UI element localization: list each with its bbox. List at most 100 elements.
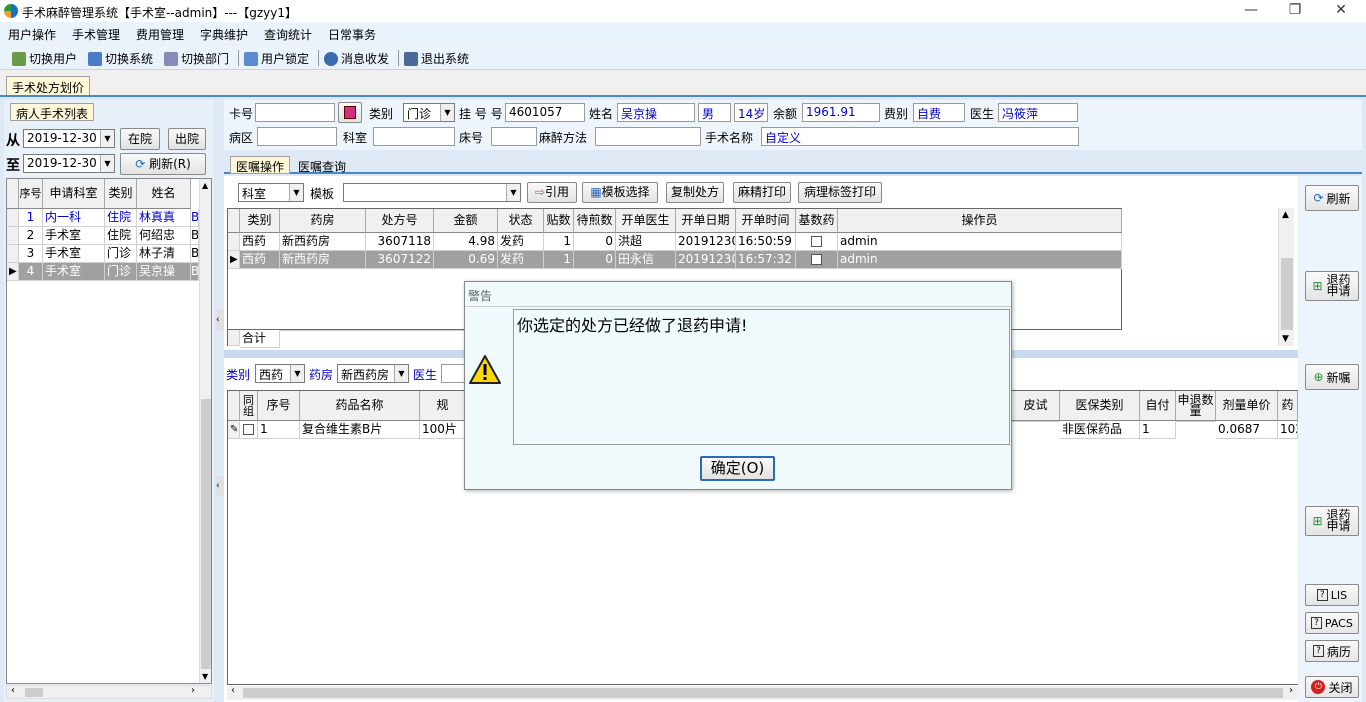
name-label: 姓名 (589, 107, 614, 121)
narcotic-print-button[interactable]: 麻精打印 (733, 182, 791, 203)
detail-hscroll[interactable]: ‹ › (227, 685, 1299, 700)
pacs-button[interactable]: ? PACS (1305, 612, 1359, 634)
template-select[interactable]: ▼ (343, 183, 521, 202)
tab-patient-list[interactable]: 病人手术列表 (10, 103, 95, 121)
patient-list-scrollbar[interactable]: ▲ ▼ (199, 179, 211, 683)
minimize-button[interactable]: — (1243, 2, 1259, 18)
col-dept: 申请科室 (43, 179, 105, 209)
maximize-button[interactable]: ❐ (1287, 2, 1303, 18)
switch-dept-button[interactable]: 切换部门 (164, 50, 229, 67)
patient-list-hscroll[interactable]: ‹ › (6, 685, 212, 699)
menu-user-ops[interactable]: 用户操作 (8, 26, 56, 43)
dept-field (373, 127, 455, 146)
age-field: 14岁 (734, 103, 768, 122)
splitter-handle[interactable]: ‹ (216, 476, 224, 496)
refund-request-button[interactable]: ⊞ 退药申请 (1305, 271, 1359, 301)
new-order-button[interactable]: ⊕ 新嘱 (1305, 364, 1359, 390)
cite-icon: ⇨ (534, 185, 546, 199)
chevron-down-icon: ▼ (289, 184, 303, 201)
template-select-button[interactable]: ▦模板选择 (582, 182, 658, 203)
row-pointer-icon: ▶ (228, 251, 240, 269)
to-label: 至 (6, 158, 20, 174)
copy-rx-button[interactable]: 复制处方 (666, 182, 724, 203)
bed-label: 床号 (459, 131, 484, 145)
chevron-down-icon: ▼ (506, 184, 520, 201)
help-icon: ? (1316, 589, 1328, 601)
type-select[interactable]: 门诊 ▼ (403, 103, 455, 122)
refresh-list-button[interactable]: ⟳ 刷新(R) (120, 153, 206, 175)
base-drug-checkbox[interactable] (811, 236, 822, 247)
col-name: 姓名 (137, 179, 191, 209)
info-icon (324, 51, 338, 66)
app-icon (4, 4, 18, 18)
switch-system-button[interactable]: 切换系统 (88, 50, 153, 67)
refresh-button[interactable]: ⟳ 刷新 (1305, 185, 1359, 211)
lis-button[interactable]: ? LIS (1305, 584, 1359, 606)
switch-user-button[interactable]: 切换用户 (12, 50, 77, 67)
menu-dictionary[interactable]: 字典维护 (200, 26, 248, 43)
cite-button[interactable]: ⇨引用 (527, 182, 577, 203)
table-row[interactable]: 2 手术室 住院 何绍忠 B (7, 227, 199, 245)
menu-surgery[interactable]: 手术管理 (72, 26, 120, 43)
from-date-picker[interactable]: 2019-12-30 ▼ (23, 129, 115, 148)
medical-record-button[interactable]: ? 病历 (1305, 640, 1359, 662)
to-date-picker[interactable]: 2019-12-30 ▼ (23, 154, 115, 173)
template-label: 模板 (310, 187, 335, 201)
close-button[interactable]: ⏻ 关闭 (1305, 676, 1359, 698)
messages-button[interactable]: 消息收发 (324, 50, 389, 67)
table-row[interactable]: 3 手术室 门诊 林子清 B (7, 245, 199, 263)
dialog-message: 你选定的处方已经做了退药申请! (513, 309, 1010, 445)
balance-label: 余额 (773, 107, 798, 121)
base-drug-checkbox[interactable] (811, 254, 822, 265)
rx-scrollbar[interactable]: ▲ ▼ (1278, 208, 1294, 346)
lock-icon (244, 51, 258, 66)
fee-field: 自费 (913, 103, 965, 122)
patient-list-table: 序号 申请科室 类别 姓名 1 内一科 住院 林真真 B 2 手术室 住院 何绍… (6, 178, 212, 684)
anesthesia-field (595, 127, 701, 146)
doctor-label: 医生 (970, 107, 995, 121)
menu-query[interactable]: 查询统计 (264, 26, 312, 43)
ok-button[interactable]: 确定(O) (700, 456, 775, 481)
tab-order-ops[interactable]: 医嘱操作 (230, 156, 291, 174)
tab-surgery-prescription[interactable]: 手术处方划价 (6, 76, 91, 95)
table-row[interactable]: ▶ 4 手术室 门诊 吴京操 B (7, 263, 199, 281)
department-icon (164, 51, 178, 66)
detail-pharmacy-select[interactable]: 新西药房 ▼ (337, 364, 409, 383)
card-label: 卡号 (229, 107, 254, 121)
users-icon (12, 51, 26, 66)
menu-daily[interactable]: 日常事务 (328, 26, 376, 43)
ward-label: 病区 (229, 131, 254, 145)
chevron-down-icon: ▼ (440, 104, 454, 121)
detail-type-label: 类别 (226, 368, 251, 382)
detail-type-select[interactable]: 西药 ▼ (255, 364, 305, 383)
dialog-title: 警告 (468, 289, 493, 303)
surgery-field: 自定义 (761, 127, 1079, 146)
exit-system-button[interactable]: 退出系统 (404, 50, 469, 67)
table-row[interactable]: 西药 新西药房 3607118 4.98 发药 1 0 洪超 20191230 … (228, 233, 1122, 251)
detail-doctor-label: 医生 (413, 368, 438, 382)
close-window-button[interactable]: ✕ (1333, 2, 1349, 18)
table-row[interactable]: 1 内一科 住院 林真真 B (7, 209, 199, 227)
discharged-button[interactable]: 出院 (168, 128, 206, 150)
chevron-down-icon: ▼ (100, 155, 114, 172)
menu-fees[interactable]: 费用管理 (136, 26, 184, 43)
chevron-down-icon: ▼ (100, 130, 114, 147)
refund-request-button-2[interactable]: ⊞ 退药申请 (1305, 506, 1359, 536)
name-field: 吴京操 (617, 103, 695, 122)
pathology-print-button[interactable]: 病理标签打印 (798, 182, 882, 203)
splitter-handle[interactable]: ‹ (216, 310, 224, 330)
tab-order-query[interactable]: 医嘱查询 (298, 158, 346, 175)
same-group-checkbox[interactable] (243, 424, 254, 435)
card-reader-button[interactable] (338, 102, 362, 123)
reg-input[interactable]: 4601057 (505, 103, 585, 122)
table-row[interactable]: ▶ 西药 新西药房 3607122 0.69 发药 1 0 田永信 201912… (228, 251, 1122, 269)
card-reader-icon (344, 106, 356, 119)
dept-filter-select[interactable]: 科室 ▼ (238, 183, 304, 202)
card-input[interactable] (255, 103, 335, 122)
lock-user-button[interactable]: 用户锁定 (244, 50, 309, 67)
help-icon: ? (1313, 645, 1324, 657)
surgery-label: 手术名称 (705, 131, 754, 145)
toolbar: 切换用户 切换系统 切换部门 用户锁定 消息收发 退出系统 (0, 46, 1366, 70)
warning-dialog: 警告 你选定的处方已经做了退药申请! 确定(O) (464, 281, 1012, 490)
inpatient-button[interactable]: 在院 (120, 128, 160, 150)
